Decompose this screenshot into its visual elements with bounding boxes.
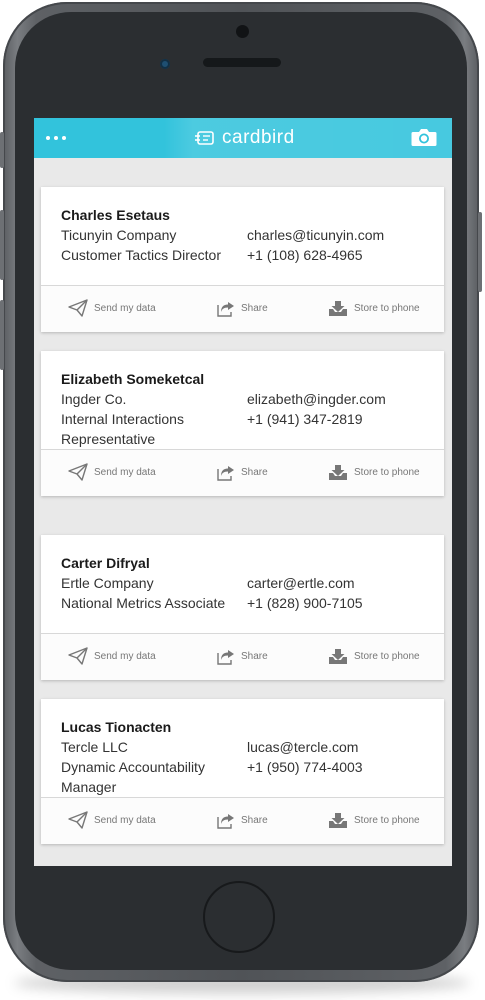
send-my-data-button[interactable]: Send my data [68, 462, 156, 482]
card-body: Carter Difryal Ertle Company National Me… [41, 535, 444, 633]
contact-title-line2: Representative [61, 431, 156, 447]
contact-company: Ticunyin Company [61, 227, 177, 243]
share-icon [217, 465, 234, 481]
contact-title: Internal Interactions [61, 411, 184, 427]
download-icon [329, 812, 347, 828]
contact-phone[interactable]: +1 (941) 347-2819 [247, 411, 363, 427]
contact-email[interactable]: charles@ticunyin.com [247, 227, 384, 243]
brand: cardbird [194, 126, 295, 150]
send-my-data-button[interactable]: Send my data [68, 646, 156, 666]
send-my-data-label: Send my data [94, 466, 156, 478]
contact-phone[interactable]: +1 (108) 628-4965 [247, 247, 363, 263]
contact-name: Elizabeth Someketcal [61, 371, 205, 387]
store-to-phone-button[interactable]: Store to phone [328, 810, 420, 830]
share-button[interactable]: Share [217, 462, 268, 482]
share-label: Share [241, 650, 268, 662]
send-icon [68, 811, 88, 829]
share-button[interactable]: Share [217, 810, 268, 830]
share-icon [217, 301, 234, 317]
card-actions: Send my data Share Store to phone [41, 285, 444, 332]
download-icon [329, 464, 347, 480]
contact-name: Lucas Tionacten [61, 719, 172, 735]
power-button [478, 212, 482, 292]
store-to-phone-label: Store to phone [354, 650, 420, 662]
store-to-phone-button[interactable]: Store to phone [328, 646, 420, 666]
contact-company: Tercle LLC [61, 739, 128, 755]
card-logo-icon [195, 131, 214, 145]
card-body: Elizabeth Someketcal Ingder Co. Internal… [41, 351, 444, 449]
contact-email[interactable]: lucas@tercle.com [247, 739, 358, 755]
contact-email[interactable]: elizabeth@ingder.com [247, 391, 386, 407]
card-actions: Send my data Share Store to phone [41, 797, 444, 844]
card-body: Lucas Tionacten Tercle LLC Dynamic Accou… [41, 699, 444, 797]
mute-switch [0, 132, 4, 168]
contact-card[interactable]: Carter Difryal Ertle Company National Me… [41, 535, 444, 680]
volume-down-button [0, 300, 4, 370]
download-icon [329, 300, 347, 316]
send-my-data-label: Send my data [94, 814, 156, 826]
share-label: Share [241, 466, 268, 478]
camera-icon[interactable] [410, 125, 438, 149]
share-label: Share [241, 302, 268, 314]
contact-card[interactable]: Charles Esetaus Ticunyin Company Custome… [41, 187, 444, 332]
send-my-data-button[interactable]: Send my data [68, 298, 156, 318]
contact-title-line2: Manager [61, 779, 117, 795]
contact-email[interactable]: carter@ertle.com [247, 575, 355, 591]
share-label: Share [241, 814, 268, 826]
volume-up-button [0, 210, 4, 280]
store-to-phone-button[interactable]: Store to phone [328, 462, 420, 482]
contact-title: Customer Tactics Director [61, 247, 222, 263]
download-icon [329, 648, 347, 664]
contact-card[interactable]: Lucas Tionacten Tercle LLC Dynamic Accou… [41, 699, 444, 844]
contact-title: National Metrics Associate [61, 595, 226, 611]
app-header: cardbird [34, 118, 452, 158]
home-button[interactable] [203, 881, 275, 953]
send-my-data-label: Send my data [94, 650, 156, 662]
card-actions: Send my data Share Store to phone [41, 449, 444, 496]
contact-company: Ertle Company [61, 575, 154, 591]
app-screen: cardbird Charles Esetaus Ticunyin Compan… [34, 118, 452, 866]
front-camera [236, 25, 249, 38]
earpiece-speaker [203, 58, 281, 67]
brand-name: cardbird [222, 127, 295, 148]
contact-company: Ingder Co. [61, 391, 127, 407]
contact-phone[interactable]: +1 (950) 774-4003 [247, 759, 363, 775]
store-to-phone-button[interactable]: Store to phone [328, 298, 420, 318]
share-icon [217, 649, 234, 665]
contact-name: Carter Difryal [61, 555, 150, 571]
send-icon [68, 463, 88, 481]
store-to-phone-label: Store to phone [354, 466, 420, 478]
share-icon [217, 813, 234, 829]
contact-card[interactable]: Elizabeth Someketcal Ingder Co. Internal… [41, 351, 444, 496]
share-button[interactable]: Share [217, 646, 268, 666]
contact-phone[interactable]: +1 (828) 900-7105 [247, 595, 363, 611]
send-icon [68, 647, 88, 665]
send-my-data-button[interactable]: Send my data [68, 810, 156, 830]
contact-title: Dynamic Accountability [61, 759, 205, 775]
more-dots-icon[interactable] [46, 130, 70, 146]
proximity-sensor [160, 59, 170, 69]
store-to-phone-label: Store to phone [354, 814, 420, 826]
share-button[interactable]: Share [217, 298, 268, 318]
contact-name: Charles Esetaus [61, 207, 170, 223]
card-actions: Send my data Share Store to phone [41, 633, 444, 680]
send-icon [68, 299, 88, 317]
card-body: Charles Esetaus Ticunyin Company Custome… [41, 187, 444, 285]
store-to-phone-label: Store to phone [354, 302, 420, 314]
send-my-data-label: Send my data [94, 302, 156, 314]
